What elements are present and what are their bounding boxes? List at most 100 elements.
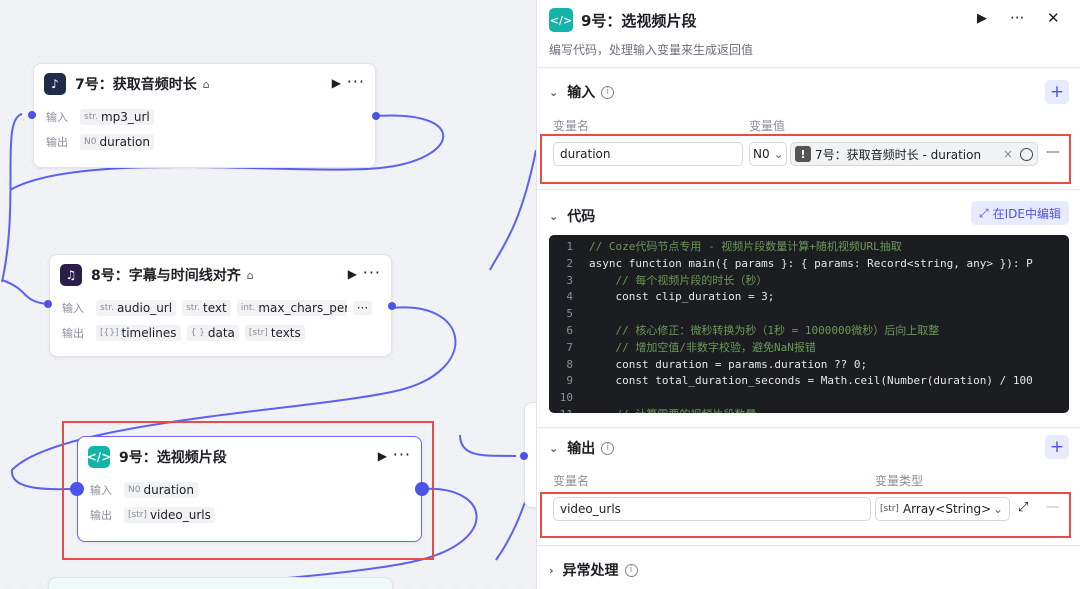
type-prefix: [str] — [880, 504, 899, 514]
info-icon[interactable]: i — [624, 563, 638, 577]
partial-node-bottom[interactable] — [48, 577, 393, 589]
output-section-header[interactable]: ⌄ 输出 i — [549, 438, 615, 458]
node-7-lock-icon: ⌂ — [202, 77, 210, 91]
input-var-name-field[interactable]: duration — [553, 142, 743, 166]
node-9-run-icon[interactable]: ▶ — [378, 449, 387, 463]
node-9-input-row: 输入 N0 duration — [78, 477, 421, 502]
node-config-panel: </> 9号：选视频片段 编写代码，处理输入变量来生成返回值 ▶ ··· ✕ ⌄… — [536, 0, 1080, 589]
type-select-value: Array<String> — [902, 502, 992, 516]
code-line[interactable]: 9 const total_duration_seconds = Math.ce… — [549, 373, 1069, 390]
code-line[interactable]: 3 // 每个视频片段的时长（秒） — [549, 273, 1069, 290]
node-7-input-chip: str. mp3_url — [80, 108, 154, 125]
code-line[interactable]: 8 const duration = params.duration ?? 0; — [549, 357, 1069, 374]
var-name: mp3_url — [100, 109, 150, 124]
code-text: // Coze代码节点专用 - 视频片段数量计算+随机视频URL抽取 — [589, 240, 902, 253]
node-8-lock-icon: ⌂ — [246, 268, 254, 282]
edit-in-ide-button[interactable]: ⤢ 在IDE中编辑 — [971, 201, 1069, 225]
partial-node-port[interactable] — [520, 452, 528, 460]
type-tag: str. — [186, 302, 201, 313]
node-8-input-port[interactable] — [44, 300, 52, 308]
node-8-input-chip-3: int.max_chars_per_l — [236, 299, 347, 316]
node-7[interactable]: ♪ 7号：获取音频时长 ⌂ ▶ ··· 输入 str. mp3_url 输出 N0… — [33, 63, 376, 168]
info-icon[interactable]: i — [601, 85, 615, 99]
line-number: 4 — [566, 290, 573, 304]
code-line[interactable]: 10 — [549, 390, 1069, 407]
add-input-button[interactable]: + — [1045, 80, 1069, 104]
code-heading: 代码 — [567, 209, 596, 225]
output-heading: 输出 — [567, 441, 596, 457]
var-name: duration — [99, 134, 150, 149]
node-7-more-icon[interactable]: ··· — [347, 72, 365, 91]
type-tag: [{}] — [100, 327, 119, 338]
node-9[interactable]: </> 9号：选视频片段 ▶ ··· 输入 N0 duration 输出 [str… — [77, 436, 422, 542]
node-8-more-icon[interactable]: ··· — [363, 263, 381, 282]
ide-button-label: 在IDE中编辑 — [992, 206, 1061, 221]
code-line[interactable]: 6 // 核心修正：微秒转换为秒（1秒 = 1000000微秒）后向上取整 — [549, 323, 1069, 340]
input-section-header[interactable]: ⌄ 输入 i — [549, 82, 615, 102]
code-text: // 核心修正：微秒转换为秒（1秒 = 1000000微秒）后向上取整 — [589, 323, 940, 337]
panel-title[interactable]: 9号：选视频片段 — [581, 10, 696, 31]
line-number: 7 — [566, 340, 573, 354]
code-editor[interactable]: 1 // Coze代码节点专用 - 视频片段数量计算+随机视频URL抽取 2 asyn… — [549, 235, 1069, 413]
col-var-name: 变量名 — [553, 474, 590, 488]
output-label: 输出 — [46, 135, 68, 149]
input-type-select[interactable]: N0 ⌄ — [749, 142, 787, 166]
output-section: ⌄ 输出 i + 变量名 变量类型 video_urls [str] Array… — [537, 429, 1080, 546]
workflow-canvas[interactable]: ♪ 7号：获取音频时长 ⌂ ▶ ··· 输入 str. mp3_url 输出 N0… — [0, 0, 536, 589]
output-var-name-field[interactable]: video_urls — [553, 497, 871, 521]
line-number: 8 — [566, 357, 573, 371]
more-icon[interactable]: ··· — [1010, 9, 1024, 27]
node-7-output-chip: N0 duration — [80, 133, 154, 150]
node-8-more-inputs-icon[interactable]: ··· — [352, 300, 373, 315]
code-line[interactable]: 2 async function main({ params }: { param… — [549, 256, 1069, 273]
node-9-input-port[interactable] — [70, 482, 84, 496]
code-line[interactable]: 4 const clip_duration = 3; — [549, 289, 1069, 306]
type-tag: [str] — [248, 327, 268, 338]
run-icon[interactable]: ▶ — [977, 11, 987, 26]
remove-input-icon[interactable]: — — [1046, 144, 1060, 160]
col-var-value: 变量值 — [749, 119, 786, 133]
input-section: ⌄ 输入 i + 变量名 变量值 duration N0 ⌄ ! 7号：获取音频… — [537, 69, 1080, 190]
node-7-run-icon[interactable]: ▶ — [332, 76, 341, 90]
node-7-input-port[interactable] — [28, 111, 36, 119]
code-section-header[interactable]: ⌄ 代码 — [549, 206, 595, 226]
node-8[interactable]: ♫ 8号：字幕与时间线对齐 ⌂ ▶ ··· 输入 str. audio_url s… — [49, 254, 392, 357]
warning-icon: ! — [795, 146, 811, 162]
line-number: 10 — [559, 391, 573, 405]
code-line[interactable]: 5 — [549, 306, 1069, 323]
panel-description[interactable]: 编写代码，处理输入变量来生成返回值 — [549, 41, 753, 58]
output-type-select[interactable]: [str] Array<String> ⌄ — [875, 497, 1010, 521]
input-label: 输入 — [46, 110, 68, 124]
node-7-input-row: 输入 str. mp3_url — [34, 104, 375, 129]
target-icon[interactable] — [1020, 147, 1033, 161]
code-line[interactable]: 11 // 计算需要的视频片段数量 — [549, 407, 1069, 413]
var-name: duration — [143, 482, 194, 497]
close-icon[interactable]: ✕ — [1047, 9, 1060, 27]
line-number: 3 — [566, 273, 573, 287]
node-8-run-icon[interactable]: ▶ — [348, 267, 357, 281]
code-line[interactable]: 7 // 增加空值/非数字校验，避免NaN报错 — [549, 340, 1069, 357]
col-var-type: 变量类型 — [875, 474, 924, 488]
code-line[interactable]: 1 // Coze代码节点专用 - 视频片段数量计算+随机视频URL抽取 — [549, 239, 1069, 256]
code-text: const total_duration_seconds = Math.ceil… — [589, 374, 1033, 388]
node-9-output-chip: [str] video_urls — [124, 506, 215, 523]
node-7-output-port[interactable] — [372, 112, 380, 120]
node-7-title: 7号：获取音频时长 — [75, 77, 197, 93]
node-9-more-icon[interactable]: ··· — [393, 445, 411, 464]
add-output-button[interactable]: + — [1045, 435, 1069, 459]
clear-icon[interactable]: × — [1003, 147, 1013, 161]
node-8-output-chip-2: { } data — [186, 324, 239, 341]
input-ref-value[interactable]: ! 7号：获取音频时长 - duration × — [790, 142, 1038, 166]
node-8-input-row: 输入 str. audio_url str. text int. max_chars_… — [50, 295, 391, 320]
error-section-header[interactable]: › 异常处理 i — [549, 560, 638, 580]
expand-icon[interactable]: ⤢ — [1018, 500, 1028, 515]
node-8-output-port[interactable] — [388, 302, 396, 310]
subtitle-icon: ♫ — [60, 264, 82, 286]
info-icon[interactable]: i — [601, 441, 615, 455]
remove-output-icon[interactable]: — — [1046, 499, 1060, 515]
node-9-output-port[interactable] — [415, 482, 429, 496]
type-tag: str. — [100, 302, 114, 313]
node-8-title: 8号：字幕与时间线对齐 — [91, 268, 241, 284]
var-name: video_urls — [149, 507, 211, 522]
error-section: › 异常处理 i — [537, 547, 1080, 589]
